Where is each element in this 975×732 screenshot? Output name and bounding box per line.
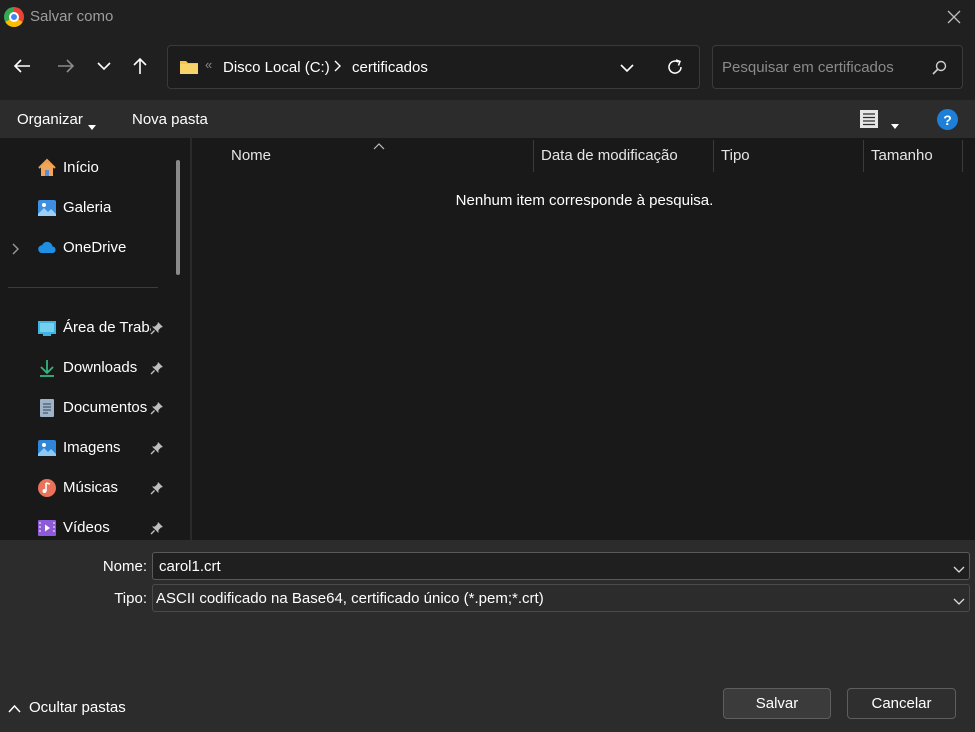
up-arrow-icon[interactable] xyxy=(126,52,154,80)
column-header-type[interactable]: Tipo xyxy=(721,147,750,164)
new-folder-button[interactable]: Nova pasta xyxy=(132,111,208,128)
empty-list-message: Nenhum item corresponde à pesquisa. xyxy=(455,192,714,209)
help-icon[interactable]: ? xyxy=(937,109,958,130)
music-icon xyxy=(37,478,57,498)
chevron-down-icon[interactable] xyxy=(953,593,965,609)
breadcrumb-separator-icon[interactable] xyxy=(333,59,341,75)
chrome-icon xyxy=(4,7,24,27)
overflow-chevron-icon[interactable]: « xyxy=(205,57,212,72)
column-divider[interactable] xyxy=(863,140,864,172)
column-divider[interactable] xyxy=(533,140,534,172)
chevron-down-icon[interactable] xyxy=(953,561,965,577)
gallery-icon xyxy=(37,198,57,218)
nav-item-galeria[interactable]: Galeria xyxy=(0,188,170,228)
chevron-up-icon xyxy=(8,704,21,713)
hide-folders-label: Ocultar pastas xyxy=(29,699,126,716)
pin-icon[interactable] xyxy=(150,441,164,458)
search-placeholder: Pesquisar em certificados xyxy=(722,59,894,76)
file-list: Nome Data de modificação Tipo Tamanho Ne… xyxy=(192,138,975,540)
divider xyxy=(8,287,158,288)
nav-item-downloads[interactable]: Downloads xyxy=(0,348,170,388)
window-title: Salvar como xyxy=(30,8,114,25)
refresh-icon[interactable] xyxy=(665,57,685,80)
nav-item-onedrive[interactable]: OneDrive xyxy=(0,228,170,268)
caret-down-icon[interactable] xyxy=(88,117,96,133)
cancel-button[interactable]: Cancelar xyxy=(847,688,956,719)
address-bar[interactable]: « Disco Local (C:) certificados xyxy=(167,45,700,89)
breadcrumb-certificados[interactable]: certificados xyxy=(352,59,428,76)
breadcrumb-disco-local[interactable]: Disco Local (C:) xyxy=(223,59,330,76)
nav-scrollbar[interactable] xyxy=(176,160,180,275)
nav-item-desktop[interactable]: Área de Trabalho xyxy=(0,308,170,348)
search-input[interactable]: Pesquisar em certificados xyxy=(712,45,963,89)
save-button[interactable]: Salvar xyxy=(723,688,831,719)
cloud-icon xyxy=(37,238,57,258)
expand-chevron-icon[interactable] xyxy=(11,242,19,258)
column-divider[interactable] xyxy=(962,140,963,172)
pin-icon[interactable] xyxy=(150,521,164,538)
nav-item-documentos[interactable]: Documentos xyxy=(0,388,170,428)
nav-item-label: Galeria xyxy=(63,199,112,216)
file-name-label: Nome: xyxy=(102,558,147,575)
column-header-date[interactable]: Data de modificação xyxy=(541,147,678,164)
nav-item-imagens[interactable]: Imagens xyxy=(0,428,170,468)
pin-icon[interactable] xyxy=(150,401,164,418)
navigation-pane: Início Galeria OneDrive Área de Trabalho… xyxy=(0,138,190,540)
nav-item-label: Vídeos xyxy=(63,519,110,536)
nav-item-videos[interactable]: Vídeos xyxy=(0,508,170,540)
documents-icon xyxy=(37,398,57,418)
nav-item-label: Documentos xyxy=(63,399,148,416)
nav-item-label: Imagens xyxy=(63,439,121,456)
pin-icon[interactable] xyxy=(150,361,164,378)
view-details-icon[interactable] xyxy=(859,109,879,132)
file-type-value: ASCII codificado na Base64, certificado … xyxy=(156,590,544,607)
file-type-label: Tipo: xyxy=(114,590,147,607)
nav-item-label: Músicas xyxy=(63,479,119,496)
navigation-bar: « Disco Local (C:) certificados Pesquisa… xyxy=(0,34,975,100)
sort-ascending-icon xyxy=(373,138,385,154)
nav-item-label: Área de Trabalho xyxy=(63,319,151,336)
recent-locations-chevron-icon[interactable] xyxy=(90,52,118,80)
title-bar: Salvar como xyxy=(0,0,975,34)
download-icon xyxy=(37,358,57,378)
address-dropdown-chevron-icon[interactable] xyxy=(620,60,634,76)
forward-arrow-icon[interactable] xyxy=(52,52,80,80)
save-form: Nome: carol1.crt Tipo: ASCII codificado … xyxy=(0,540,975,732)
column-header-name[interactable]: Nome xyxy=(231,147,271,164)
search-icon[interactable] xyxy=(931,60,947,79)
pin-icon[interactable] xyxy=(150,321,164,338)
nav-item-inicio[interactable]: Início xyxy=(0,148,170,188)
nav-item-label: OneDrive xyxy=(63,239,127,256)
nav-item-label: Downloads xyxy=(63,359,138,376)
organize-button[interactable]: Organizar xyxy=(17,111,83,128)
column-header-size[interactable]: Tamanho xyxy=(871,147,933,164)
close-icon[interactable] xyxy=(941,4,967,30)
desktop-icon xyxy=(37,318,57,338)
file-type-select[interactable]: ASCII codificado na Base64, certificado … xyxy=(152,584,970,612)
file-name-value: carol1.crt xyxy=(159,558,221,575)
file-name-field[interactable]: carol1.crt xyxy=(152,552,970,580)
nav-item-label: Início xyxy=(63,159,99,176)
folder-icon xyxy=(179,59,199,78)
hide-folders-toggle[interactable]: Ocultar pastas xyxy=(8,699,126,716)
command-bar: Organizar Nova pasta ? xyxy=(0,100,975,138)
column-divider[interactable] xyxy=(713,140,714,172)
nav-item-musicas[interactable]: Músicas xyxy=(0,468,170,508)
home-icon xyxy=(37,158,57,178)
videos-icon xyxy=(37,518,57,538)
view-options-caret-icon[interactable] xyxy=(891,116,899,132)
pictures-icon xyxy=(37,438,57,458)
pin-icon[interactable] xyxy=(150,481,164,498)
back-arrow-icon[interactable] xyxy=(8,52,36,80)
